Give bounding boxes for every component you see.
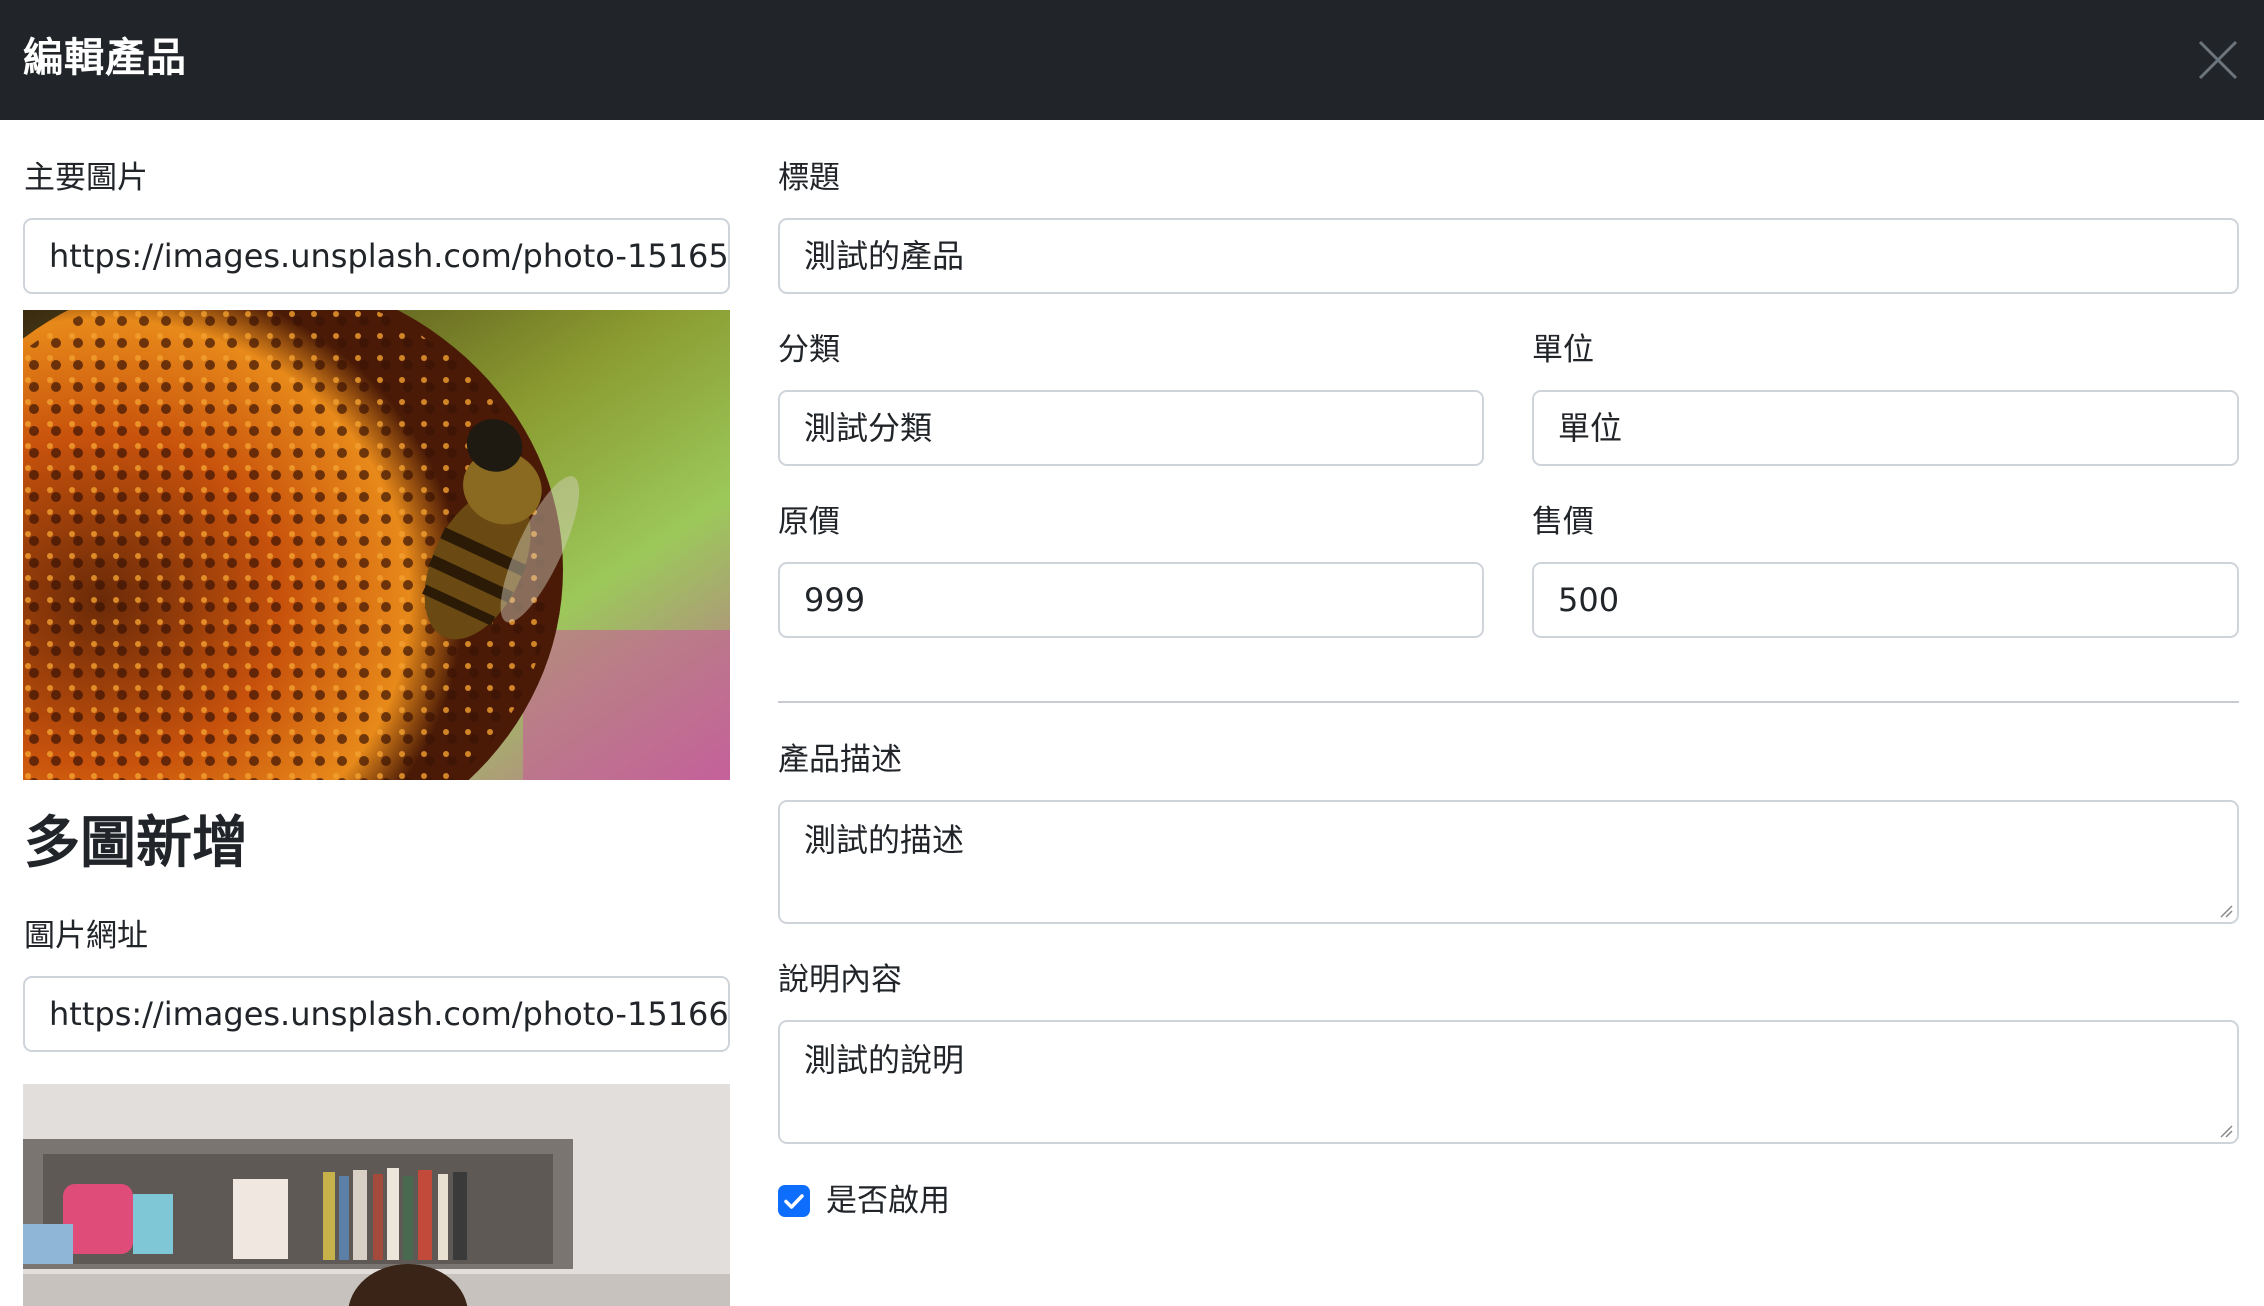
title-input[interactable]: 測試的產品: [778, 218, 2239, 294]
main-image-url-input[interactable]: https://images.unsplash.com/photo-151655…: [23, 218, 730, 294]
main-image-label: 主要圖片: [24, 160, 148, 196]
main-image-preview: [23, 310, 730, 780]
content-textarea[interactable]: 測試的說明: [778, 1020, 2239, 1144]
resize-grip-icon[interactable]: [2219, 1124, 2233, 1138]
close-icon: [2198, 40, 2238, 80]
multi-image-title: 多圖新增: [24, 811, 248, 876]
description-label: 產品描述: [778, 742, 902, 778]
image-url-input[interactable]: https://images.unsplash.com/photo-151662…: [23, 976, 730, 1052]
origin-price-input[interactable]: 999: [778, 562, 1484, 638]
price-label: 售價: [1532, 504, 1594, 540]
price-input[interactable]: 500: [1532, 562, 2239, 638]
image-url-label: 圖片網址: [24, 918, 148, 954]
content-text: 測試的說明: [804, 1041, 965, 1079]
resize-grip-icon[interactable]: [2219, 904, 2233, 918]
content-label: 說明內容: [778, 962, 902, 998]
enabled-label[interactable]: 是否啟用: [826, 1181, 950, 1221]
enabled-checkbox[interactable]: [778, 1185, 810, 1217]
modal-title: 編輯產品: [23, 35, 187, 81]
additional-image-preview: [23, 1084, 730, 1306]
check-icon: [784, 1194, 804, 1209]
category-input[interactable]: 測試分類: [778, 390, 1484, 466]
description-text: 測試的描述: [804, 821, 965, 859]
modal-header: 編輯產品: [0, 0, 2264, 120]
unit-input[interactable]: 單位: [1532, 390, 2239, 466]
description-textarea[interactable]: 測試的描述: [778, 800, 2239, 924]
close-button[interactable]: [2192, 34, 2244, 86]
origin-price-label: 原價: [778, 504, 840, 540]
category-label: 分類: [778, 332, 840, 368]
divider: [778, 701, 2239, 703]
unit-label: 單位: [1532, 332, 1594, 368]
title-label: 標題: [778, 160, 840, 196]
